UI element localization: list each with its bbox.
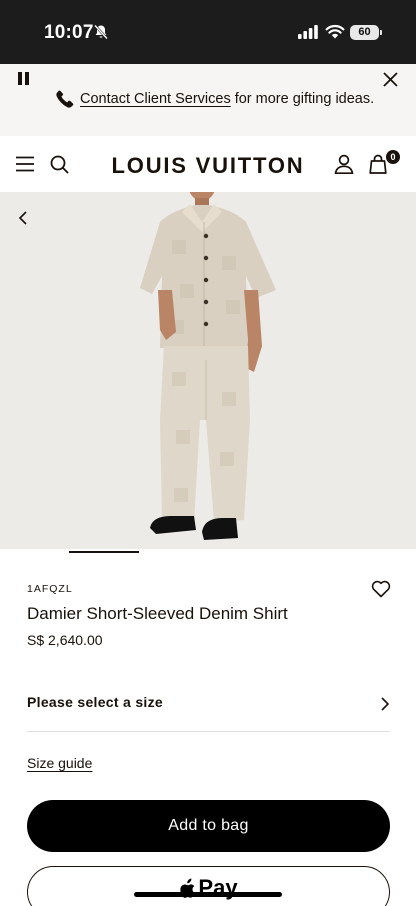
image-carousel-indicator	[0, 549, 416, 553]
account-icon[interactable]	[334, 154, 354, 174]
pause-icon[interactable]	[18, 72, 30, 86]
apple-pay-button[interactable]: Pay	[27, 866, 390, 906]
signal-icon	[298, 25, 318, 39]
phone-icon	[56, 90, 74, 108]
contact-client-services-link[interactable]: Contact Client Services	[80, 91, 231, 107]
product-price: S$ 2,640.00	[27, 632, 103, 648]
bag-count-badge: 0	[386, 150, 400, 164]
size-selector-label: Please select a size	[27, 694, 163, 710]
product-name: Damier Short-Sleeved Denim Shirt	[27, 604, 288, 623]
heart-icon[interactable]	[371, 580, 391, 598]
battery-indicator: 60	[350, 25, 379, 40]
close-icon[interactable]	[382, 71, 399, 88]
chevron-left-icon[interactable]	[16, 210, 30, 226]
promo-message: Contact Client Services for more gifting…	[55, 89, 374, 109]
add-to-bag-button[interactable]: Add to bag	[27, 800, 390, 852]
size-guide-link[interactable]: Size guide	[27, 755, 92, 771]
divider	[27, 731, 390, 732]
status-bar: 10:07 60	[0, 0, 416, 64]
size-selector[interactable]: Please select a size	[27, 694, 390, 716]
status-time: 10:07	[44, 22, 94, 43]
home-indicator[interactable]	[134, 892, 282, 897]
product-sku: 1AFQZL	[27, 583, 73, 595]
product-photo	[140, 192, 276, 540]
site-header: LOUIS VUITTON	[0, 136, 416, 192]
bell-off-icon	[94, 24, 108, 40]
wifi-icon	[325, 24, 345, 39]
chevron-right-icon	[381, 697, 390, 711]
image-carousel-active-bar	[69, 551, 139, 553]
bag-icon[interactable]	[368, 154, 388, 174]
product-image[interactable]	[0, 192, 416, 552]
apple-pay-label: Pay	[198, 875, 238, 900]
promo-text: for more gifting ideas.	[234, 91, 375, 107]
battery-tip	[380, 30, 382, 35]
